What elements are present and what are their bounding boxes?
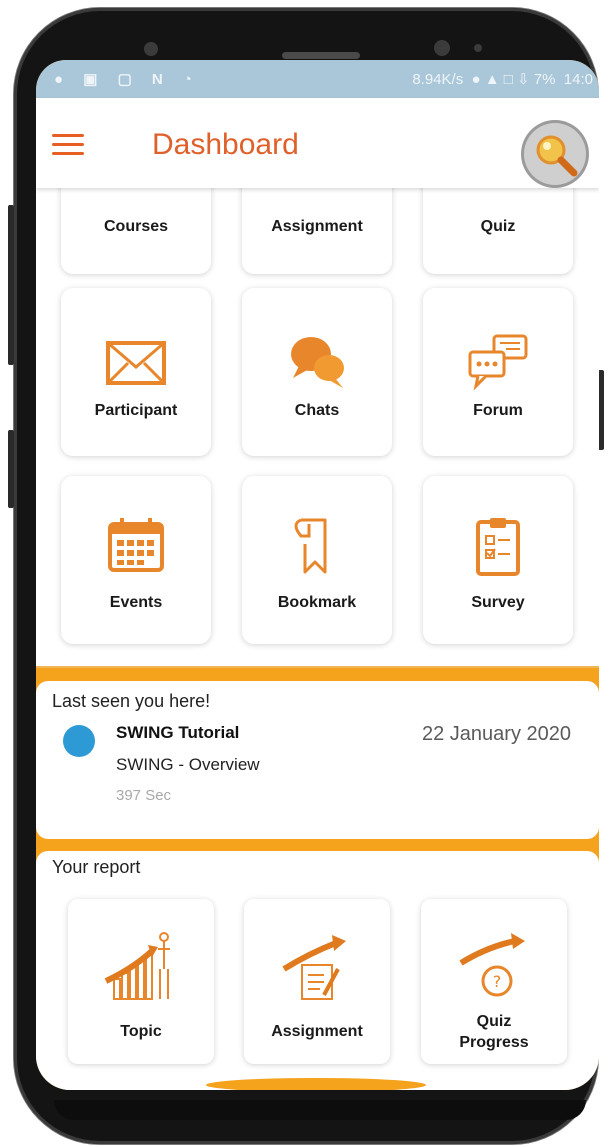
light-sensor xyxy=(474,44,482,52)
tile-label: Assignment xyxy=(271,218,363,235)
status-dot xyxy=(63,725,95,757)
tile-forum[interactable]: Forum xyxy=(423,288,573,456)
magnifier-icon xyxy=(536,135,578,177)
report-topic[interactable]: Topic xyxy=(68,899,214,1064)
tile-events[interactable]: Events xyxy=(61,476,211,644)
tile-label: Forum xyxy=(473,402,523,419)
report-label: Assignment xyxy=(271,1023,363,1040)
bottom-scroll-indicator xyxy=(206,1078,426,1090)
report-quiz-progress[interactable]: ? Quiz Progress xyxy=(421,899,567,1064)
tile-label: Survey xyxy=(471,594,525,611)
svg-text:?: ? xyxy=(493,972,502,991)
bixby-button[interactable] xyxy=(8,430,14,508)
status-icons: ● ▣ ▢ N ◔ xyxy=(54,71,200,88)
clipboard-icon xyxy=(476,518,520,576)
network-speed: 8.94K/s xyxy=(412,71,464,88)
report-heading: Your report xyxy=(52,857,141,877)
bottom-bezel xyxy=(54,1100,586,1120)
report-assignment[interactable]: Assignment xyxy=(244,899,390,1064)
front-camera xyxy=(144,42,158,56)
topic-growth-icon xyxy=(104,932,170,1000)
tile-label: Events xyxy=(109,594,163,611)
lesson-title[interactable]: SWING - Overview xyxy=(116,755,260,775)
report-label: Topic xyxy=(120,1023,162,1040)
tile-survey[interactable]: Survey xyxy=(423,476,573,644)
bookmark-icon xyxy=(294,518,327,574)
envelope-icon xyxy=(106,341,166,385)
tile-label: Quiz xyxy=(480,218,516,235)
tile-label: Courses xyxy=(103,218,169,235)
page-title: Dashboard xyxy=(152,128,299,161)
last-seen-heading: Last seen you here! xyxy=(52,691,211,711)
earpiece-speaker xyxy=(282,52,360,59)
tile-participant[interactable]: Participant xyxy=(61,288,211,456)
last-seen-card[interactable]: Last seen you here! SWING Tutorial SWING… xyxy=(36,681,599,839)
tile-bookmark[interactable]: Bookmark xyxy=(242,476,392,644)
report-label: Quiz Progress xyxy=(459,1013,529,1051)
clock: 14:0 xyxy=(563,71,593,88)
status-right: 8.94K/s ● ▲ □ ⇩ 7% 14:0 xyxy=(412,71,593,88)
battery-level: 7% xyxy=(533,71,556,88)
chat-bubbles-icon xyxy=(291,337,344,388)
app-bar: Dashboard xyxy=(36,98,599,188)
tile-label: Bookmark xyxy=(277,594,357,611)
volume-button[interactable] xyxy=(8,205,14,365)
forum-icon xyxy=(468,334,528,391)
status-bar: ● ▣ ▢ N ◔ 8.94K/s ● ▲ □ ⇩ 7% 14:0 xyxy=(36,60,599,98)
time-spent: 397 Sec xyxy=(116,787,172,804)
course-title[interactable]: SWING Tutorial xyxy=(116,723,239,743)
quiz-progress-icon: ? xyxy=(459,933,525,997)
calendar-icon xyxy=(108,518,164,572)
hamburger-icon[interactable] xyxy=(52,134,84,156)
report-card: Your report Topic Assignment ? Quiz Prog… xyxy=(36,851,599,1090)
search-button[interactable] xyxy=(524,123,586,185)
tile-label: Participant xyxy=(94,402,178,419)
proximity-sensor xyxy=(434,40,450,56)
tile-label: Chats xyxy=(294,402,340,419)
tile-chats[interactable]: Chats xyxy=(242,288,392,456)
feature-grid: Courses Assignment Quiz Participant Chat… xyxy=(36,158,599,668)
app-screen: ● ▣ ▢ N ◔ 8.94K/s ● ▲ □ ⇩ 7% 14:0 Dashbo… xyxy=(36,60,599,1090)
last-seen-date: 22 January 2020 xyxy=(421,723,571,745)
assignment-progress-icon xyxy=(282,935,346,1000)
